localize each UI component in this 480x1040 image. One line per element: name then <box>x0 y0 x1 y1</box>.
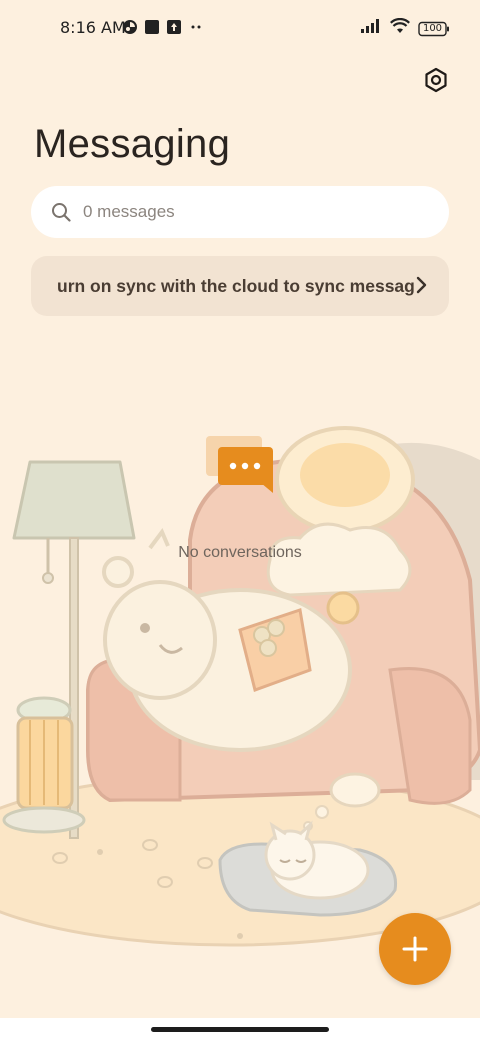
signal-icon <box>360 18 382 39</box>
battery-level: 100 <box>422 22 443 34</box>
sync-banner-text: urn on sync with the cloud to sync messa… <box>57 276 415 296</box>
page-title: Messaging <box>34 122 231 166</box>
settings-gear-icon <box>425 67 447 93</box>
settings-button[interactable] <box>422 66 450 94</box>
chat-bubble-icon <box>206 436 273 493</box>
notification-icons <box>122 19 204 40</box>
cloud-sync-banner[interactable]: urn on sync with the cloud to sync messa… <box>31 256 449 316</box>
search-placeholder: 0 messages <box>83 202 175 221</box>
plus-icon <box>402 936 428 962</box>
upload-notification-icon <box>166 19 182 40</box>
home-indicator[interactable] <box>151 1027 329 1032</box>
status-bar: 8:16 AM 100 <box>0 0 480 56</box>
square-notification-icon <box>144 19 160 40</box>
system-status-icons: 100 <box>360 17 450 39</box>
wifi-icon <box>390 17 410 39</box>
empty-state-text: No conversations <box>178 544 302 561</box>
more-dots-icon <box>188 19 204 40</box>
chevron-right-icon <box>416 276 427 294</box>
app-notification-icon <box>122 19 138 40</box>
search-input[interactable]: 0 messages <box>31 186 449 238</box>
battery-icon: 100 <box>418 21 450 37</box>
status-time: 8:16 AM <box>60 18 126 37</box>
new-message-button[interactable] <box>379 913 451 985</box>
search-icon <box>52 203 71 222</box>
empty-state-illustration <box>0 426 480 947</box>
